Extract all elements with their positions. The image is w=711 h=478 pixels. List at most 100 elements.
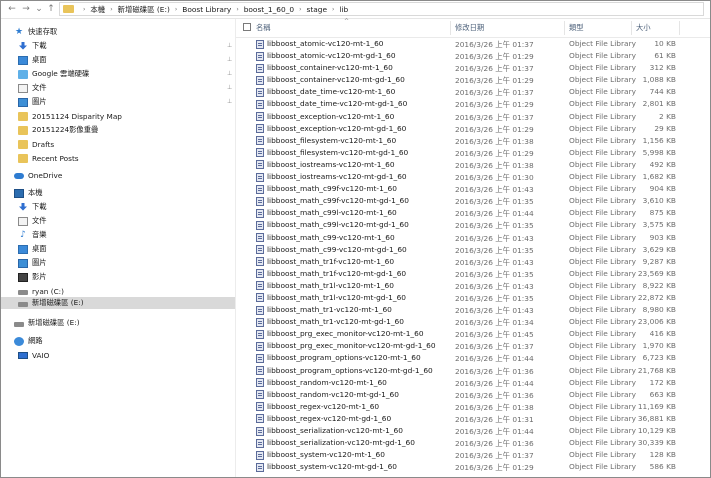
file-row[interactable]: libboost_math_c99l-vc120-mt-gd-1_60 2016/… (236, 219, 710, 231)
file-row[interactable]: libboost_random-vc120-mt-1_60 2016/3/26 上… (236, 377, 710, 389)
file-size: 416 KB (649, 329, 676, 339)
library-file-icon (256, 329, 264, 339)
column-divider[interactable] (450, 21, 451, 35)
breadcrumb-this-pc[interactable]: 本機 (90, 4, 105, 15)
sidebar-item-drafts[interactable]: Drafts (18, 138, 54, 150)
breadcrumb-drive-e[interactable]: 新增磁碟區 (E:) (118, 4, 170, 15)
sidebar-item-pc-music[interactable]: ♪ 音樂 (18, 229, 46, 241)
file-row[interactable]: libboost_regex-vc120-mt-1_60 2016/3/26 上午… (236, 401, 710, 413)
column-divider[interactable] (631, 21, 632, 35)
up-button[interactable]: ↑ (45, 3, 57, 15)
file-row[interactable]: libboost_filesystem-vc120-mt-1_60 2016/3/… (236, 135, 710, 147)
column-name-header[interactable]: 名稱 (256, 23, 271, 33)
sidebar-item-network[interactable]: 網路 (14, 335, 43, 347)
sidebar-item-pictures[interactable]: 圖片 (18, 96, 47, 108)
recent-locations-button[interactable]: ⌄ (33, 3, 45, 15)
select-all-checkbox[interactable] (243, 23, 251, 31)
sidebar-item-drive-e[interactable]: 新增磁碟區 (E:) (1, 297, 235, 309)
file-row[interactable]: libboost_math_tr1f-vc120-mt-gd-1_60 2016/… (236, 268, 710, 280)
file-type: Object File Library (569, 256, 636, 266)
column-size-header[interactable]: 大小 (636, 23, 651, 33)
file-row[interactable]: libboost_date_time-vc120-mt-gd-1_60 2016/… (236, 98, 710, 110)
file-name: libboost_regex-vc120-mt-gd-1_60 (267, 413, 392, 423)
file-row[interactable]: libboost_system-vc120-mt-1_60 2016/3/26 上… (236, 449, 710, 461)
file-row[interactable]: libboost_exception-vc120-mt-gd-1_60 2016/… (236, 123, 710, 135)
sidebar-item-image-overlap[interactable]: 20151224影像重疊 (18, 124, 98, 136)
sidebar-item-pc-downloads[interactable]: 下載 (18, 201, 47, 213)
sidebar-item-label: ryan (C:) (32, 286, 64, 296)
sidebar-item-recent-posts[interactable]: Recent Posts (18, 152, 79, 164)
sort-ascending-icon: ^ (344, 18, 350, 25)
file-row[interactable]: libboost_math_tr1f-vc120-mt-1_60 2016/3/2… (236, 256, 710, 268)
pin-icon: ⊥ (227, 84, 233, 91)
breadcrumb-boost-library[interactable]: Boost Library (182, 5, 231, 14)
file-row[interactable]: libboost_random-vc120-mt-gd-1_60 2016/3/2… (236, 389, 710, 401)
column-date-header[interactable]: 修改日期 (455, 23, 484, 33)
sidebar-item-desktop[interactable]: 桌面 (18, 54, 47, 66)
column-type-header[interactable]: 類型 (569, 23, 584, 33)
sidebar-item-pc-pictures[interactable]: 圖片 (18, 257, 47, 269)
breadcrumb-lib[interactable]: lib (339, 5, 348, 14)
sidebar-item-documents[interactable]: 文件 (18, 82, 47, 94)
column-divider[interactable] (679, 21, 680, 35)
file-row[interactable]: libboost_math_c99l-vc120-mt-1_60 2016/3/2… (236, 207, 710, 219)
file-name: libboost_serialization-vc120-mt-gd-1_60 (267, 438, 415, 448)
sidebar-item-pc-documents[interactable]: 文件 (18, 215, 47, 227)
file-row[interactable]: libboost_exception-vc120-mt-1_60 2016/3/2… (236, 111, 710, 123)
file-date: 2016/3/26 上午 01:36 (455, 390, 534, 400)
file-row[interactable]: libboost_math_tr1l-vc120-mt-1_60 2016/3/2… (236, 280, 710, 292)
sidebar-item-this-pc[interactable]: 本機 (14, 187, 43, 199)
file-size: 3,575 KB (642, 220, 676, 230)
back-button[interactable]: ← (6, 3, 18, 15)
file-row[interactable]: libboost_regex-vc120-mt-gd-1_60 2016/3/26… (236, 413, 710, 425)
file-row[interactable]: libboost_iostreams-vc120-mt-1_60 2016/3/2… (236, 159, 710, 171)
file-row[interactable]: libboost_math_tr1-vc120-mt-gd-1_60 2016/3… (236, 316, 710, 328)
file-row[interactable]: libboost_container-vc120-mt-1_60 2016/3/2… (236, 62, 710, 74)
sidebar-item-google-drive[interactable]: Google 雲端硬碟 (18, 68, 89, 80)
forward-button[interactable]: → (20, 3, 32, 15)
sidebar-item-label: 桌面 (32, 244, 47, 253)
file-row[interactable]: libboost_atomic-vc120-mt-gd-1_60 2016/3/2… (236, 50, 710, 62)
breadcrumb[interactable]: › 本機 › 新增磁碟區 (E:) › Boost Library › boos… (59, 2, 704, 16)
address-toolbar: ← → ⌄ ↑ › 本機 › 新增磁碟區 (E:) › Boost Librar… (1, 1, 710, 19)
file-row[interactable]: libboost_math_c99-vc120-mt-gd-1_60 2016/3… (236, 244, 710, 256)
sidebar-item-drive-c[interactable]: ryan (C:) (18, 285, 64, 297)
pin-icon: ⊥ (227, 98, 233, 105)
file-row[interactable]: libboost_prg_exec_monitor-vc120-mt-1_60 2… (236, 328, 710, 340)
library-file-icon (256, 426, 264, 436)
file-row[interactable]: libboost_date_time-vc120-mt-1_60 2016/3/2… (236, 86, 710, 98)
file-row[interactable]: libboost_serialization-vc120-mt-1_60 2016… (236, 425, 710, 437)
file-row[interactable]: libboost_container-vc120-mt-gd-1_60 2016/… (236, 74, 710, 86)
column-divider[interactable] (564, 21, 565, 35)
file-row[interactable]: libboost_iostreams-vc120-mt-gd-1_60 2016/… (236, 171, 710, 183)
file-size: 875 KB (649, 208, 676, 218)
file-row[interactable]: libboost_system-vc120-mt-gd-1_60 2016/3/2… (236, 461, 710, 473)
file-row[interactable]: libboost_math_tr1l-vc120-mt-gd-1_60 2016/… (236, 292, 710, 304)
breadcrumb-stage[interactable]: stage (307, 5, 328, 14)
sidebar-item-onedrive[interactable]: OneDrive (14, 169, 62, 181)
sidebar-item-downloads[interactable]: 下載 (18, 40, 47, 52)
library-file-icon (256, 184, 264, 194)
sidebar-item-drive-e-root[interactable]: 新增磁碟區 (E:) (14, 317, 80, 329)
file-row[interactable]: libboost_math_c99f-vc120-mt-1_60 2016/3/2… (236, 183, 710, 195)
sidebar-item-disparity-map[interactable]: 20151124 Disparity Map (18, 110, 122, 122)
breadcrumb-boost-1-60-0[interactable]: boost_1_60_0 (244, 5, 294, 14)
sidebar-item-quick-access[interactable]: ★ 快速存取 (14, 26, 57, 38)
file-row[interactable]: libboost_math_c99-vc120-mt-1_60 2016/3/26… (236, 232, 710, 244)
file-row[interactable]: libboost_math_tr1-vc120-mt-1_60 2016/3/26… (236, 304, 710, 316)
sidebar-item-pc-desktop[interactable]: 桌面 (18, 243, 47, 255)
file-size: 1,088 KB (642, 75, 676, 85)
file-type: Object File Library (569, 123, 636, 133)
file-row[interactable]: libboost_filesystem-vc120-mt-gd-1_60 2016… (236, 147, 710, 159)
file-row[interactable]: libboost_math_c99f-vc120-mt-gd-1_60 2016/… (236, 195, 710, 207)
sidebar-item-vaio[interactable]: VAIO (18, 349, 49, 361)
sidebar-item-pc-videos[interactable]: 影片 (18, 271, 47, 283)
file-name: libboost_filesystem-vc120-mt-gd-1_60 (267, 147, 409, 157)
file-row[interactable]: libboost_program_options-vc120-mt-gd-1_6… (236, 365, 710, 377)
desktop-icon (18, 244, 28, 254)
file-row[interactable]: libboost_prg_exec_monitor-vc120-mt-gd-1_… (236, 340, 710, 352)
library-file-icon (256, 402, 264, 412)
file-row[interactable]: libboost_serialization-vc120-mt-gd-1_60 2… (236, 437, 710, 449)
file-row[interactable]: libboost_atomic-vc120-mt-1_60 2016/3/26 上… (236, 38, 710, 50)
file-row[interactable]: libboost_program_options-vc120-mt-1_60 20… (236, 352, 710, 364)
